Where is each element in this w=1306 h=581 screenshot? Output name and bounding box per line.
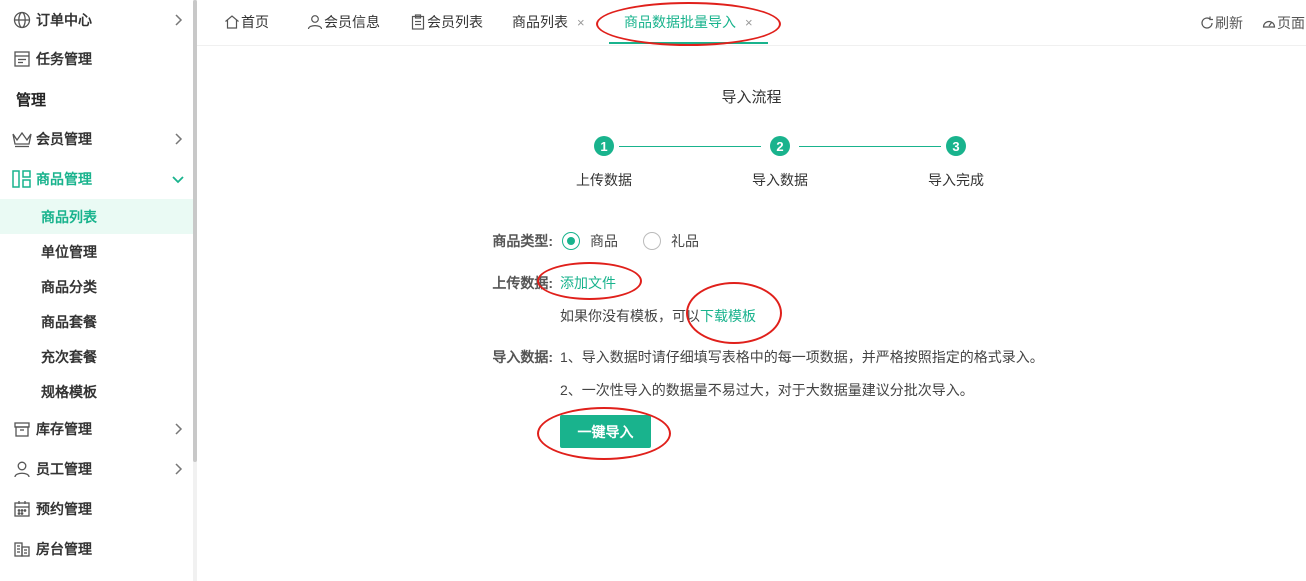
radio-circle [562,232,580,250]
radio-product[interactable]: 商品 [562,231,618,251]
sidebar-subitem-unit-management[interactable]: 单位管理 [0,234,193,269]
sidebar-item-label: 预约管理 [36,501,92,517]
sidebar-item-label: 会员管理 [36,131,92,147]
sidebar-item-member-management[interactable]: 会员管理 [0,119,193,159]
step-connector [619,146,761,147]
radio-label: 商品 [590,233,618,249]
sidebar-item-label: 库存管理 [36,421,92,437]
sidebar-item-task-management[interactable]: 任务管理 [0,39,193,79]
tab-label: 会员信息 [324,14,380,30]
chevron-right-icon [171,462,185,476]
product-type-label: 商品类型: [492,233,553,249]
step-3-label: 导入完成 [928,172,984,188]
sidebar-item-reservation-management[interactable]: 预约管理 [0,489,193,529]
chevron-down-icon [171,172,185,186]
page-menu-label: 页面 [1277,15,1305,31]
tab-label: 商品数据批量导入 [624,14,736,30]
template-hint-text: 如果你没有模板，可以 [560,308,700,324]
building-icon [12,539,32,559]
radio-gift[interactable]: 礼品 [643,231,699,251]
tab-label: 商品列表 [512,14,568,30]
task-list-icon [12,49,32,69]
main-content: 首页 会员信息 会员列表 商品列表 × 商品数据批量导入 × 刷新 页面 导入流… [197,0,1306,581]
sidebar-item-staff-management[interactable]: 员工管理 [0,449,193,489]
close-icon[interactable]: × [577,15,585,30]
tab-bar: 首页 会员信息 会员列表 商品列表 × 商品数据批量导入 × 刷新 页面 [197,0,1306,46]
step-2-indicator: 2 [770,136,790,156]
refresh-icon [1200,16,1214,30]
chevron-right-icon [171,132,185,146]
gauge-icon [1262,16,1276,30]
sidebar-subitem-product-package[interactable]: 商品套餐 [0,304,193,339]
radio-circle [643,232,661,250]
archive-box-icon [12,419,32,439]
sidebar-item-label: 房台管理 [36,541,92,557]
chevron-right-icon [171,13,185,27]
sidebar-subitem-recharge-package[interactable]: 充次套餐 [0,339,193,374]
step-3-indicator: 3 [946,136,966,156]
step-1-label: 上传数据 [576,172,632,188]
import-note-2: 2、一次性导入的数据量不易过大，对于大数据量建议分批次导入。 [560,382,974,398]
import-data-label: 导入数据: [492,349,553,365]
close-icon[interactable]: × [745,15,753,30]
page-title: 导入流程 [721,89,782,106]
sidebar-item-order-center[interactable]: 订单中心 [0,0,193,40]
add-file-link[interactable]: 添加文件 [560,273,616,293]
sidebar-item-product-management[interactable]: 商品管理 [0,159,193,199]
sidebar-subitem-spec-template[interactable]: 规格模板 [0,374,193,409]
sidebar-item-label: 商品管理 [36,171,92,187]
refresh-button[interactable]: 刷新 [1200,13,1243,33]
sidebar-group-title: 管理 [16,92,47,109]
tab-home[interactable]: 首页 [224,0,269,44]
tab-label: 会员列表 [427,14,483,30]
sidebar-item-label: 员工管理 [36,461,92,477]
chevron-right-icon [171,422,185,436]
one-click-import-button[interactable]: 一键导入 [560,415,651,448]
step-1-indicator: 1 [594,136,614,156]
tab-product-list[interactable]: 商品列表 × [512,0,585,44]
home-icon [224,14,240,30]
step-2-label: 导入数据 [752,172,808,188]
page-menu-button[interactable]: 页面 [1262,13,1305,33]
sidebar-subitem-product-category[interactable]: 商品分类 [0,269,193,304]
radio-label: 礼品 [671,233,699,249]
sidebar-subitem-product-list[interactable]: 商品列表 [0,199,193,234]
tab-label: 首页 [241,14,269,30]
globe-icon [12,10,32,30]
tab-member-list[interactable]: 会员列表 [410,0,483,44]
sidebar-item-label: 任务管理 [36,51,92,67]
download-template-link[interactable]: 下载模板 [700,308,756,324]
clipboard-icon [410,14,426,30]
upload-data-label: 上传数据: [492,275,553,291]
refresh-label: 刷新 [1215,15,1243,31]
tab-member-info[interactable]: 会员信息 [307,0,380,44]
sidebar-item-room-management[interactable]: 房台管理 [0,529,193,569]
import-steps: 1 2 3 上传数据 导入数据 导入完成 [547,136,997,196]
sidebar-item-label: 订单中心 [36,12,92,28]
crown-icon [12,129,32,149]
template-hint: 如果你没有模板，可以下载模板 [560,306,756,326]
import-note-1: 1、导入数据时请仔细填写表格中的每一项数据，并严格按照指定的格式录入。 [560,349,1044,365]
user-icon [307,14,323,30]
tab-product-batch-import[interactable]: 商品数据批量导入 × [609,0,768,44]
sidebar-item-inventory-management[interactable]: 库存管理 [0,409,193,449]
step-connector [799,146,941,147]
sidebar: 订单中心 任务管理 管理 会员管理 商品管理 商品列表 单位管理 商品分类 商品… [0,0,193,581]
layout-grid-icon [12,169,32,189]
calendar-icon [12,499,32,519]
user-icon [12,459,32,479]
